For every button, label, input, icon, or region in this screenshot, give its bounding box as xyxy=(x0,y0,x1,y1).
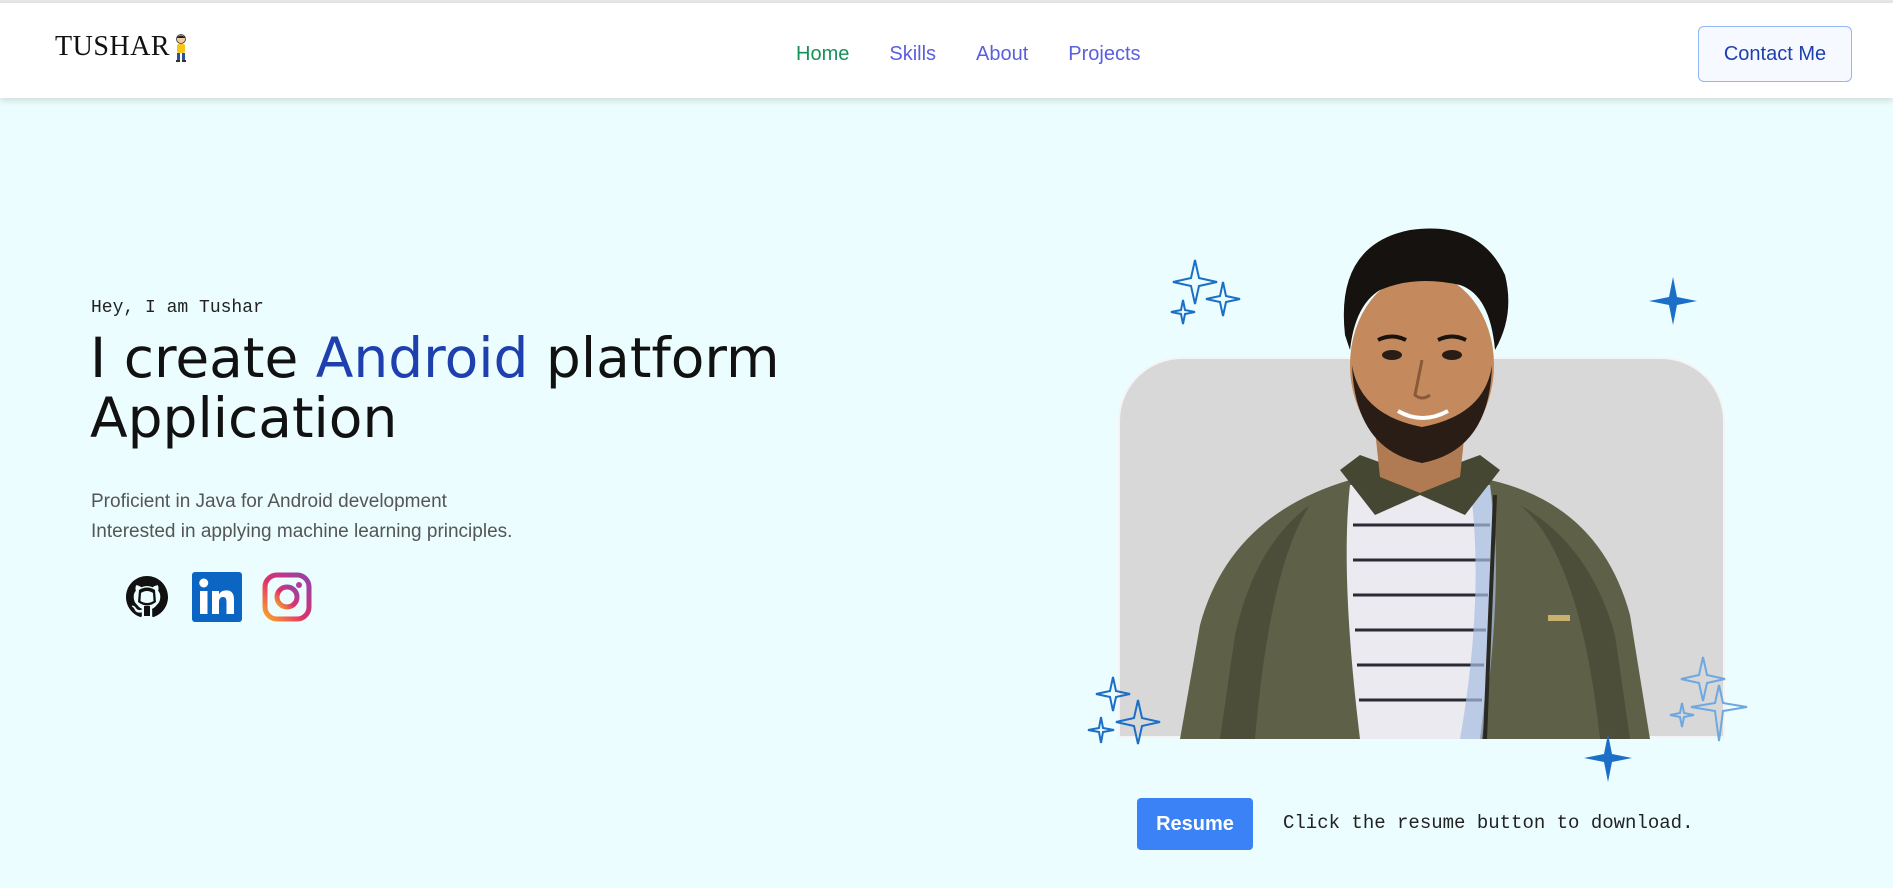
sparkle-top-right-icon xyxy=(1649,277,1697,325)
headline-part1: I create xyxy=(90,326,316,390)
nav-projects-link[interactable]: Projects xyxy=(1068,43,1140,66)
hero-headline: I create Android platform Application xyxy=(90,328,850,448)
navbar: TUSHAR Home Skills About Projects Contac… xyxy=(0,3,1893,98)
nav-about-link[interactable]: About xyxy=(976,43,1028,66)
sparkle-bottom-center-icon xyxy=(1584,734,1632,782)
cartoon-figure-icon xyxy=(176,34,187,62)
desc-line-2: Interested in applying machine learning … xyxy=(91,521,513,542)
github-icon xyxy=(126,576,168,618)
sparkle-cluster-top-left-icon xyxy=(1170,259,1241,325)
nav-skills-link[interactable]: Skills xyxy=(889,43,936,66)
linkedin-link[interactable] xyxy=(192,572,242,622)
sparkle-cluster-bottom-left-icon xyxy=(1087,676,1161,745)
instagram-icon xyxy=(262,572,312,622)
sparkle-cluster-bottom-right-icon xyxy=(1669,656,1748,742)
nav-home-link[interactable]: Home xyxy=(796,43,849,66)
headline-accent: Android xyxy=(315,326,529,390)
resume-note: Click the resume button to download. xyxy=(1283,812,1694,834)
social-links xyxy=(122,572,312,622)
instagram-link[interactable] xyxy=(262,572,312,622)
hero-greeting: Hey, I am Tushar xyxy=(91,298,264,318)
linkedin-icon xyxy=(192,572,242,622)
nav-links: Home Skills About Projects xyxy=(796,43,1141,66)
logo-text: TUSHAR xyxy=(55,31,171,62)
github-link[interactable] xyxy=(122,572,172,622)
desc-line-1: Proficient in Java for Android developme… xyxy=(91,491,447,512)
logo[interactable]: TUSHAR xyxy=(55,31,190,63)
contact-me-button[interactable]: Contact Me xyxy=(1698,26,1852,82)
resume-button[interactable]: Resume xyxy=(1137,798,1253,850)
hero-description: Proficient in Java for Android developme… xyxy=(91,487,512,547)
